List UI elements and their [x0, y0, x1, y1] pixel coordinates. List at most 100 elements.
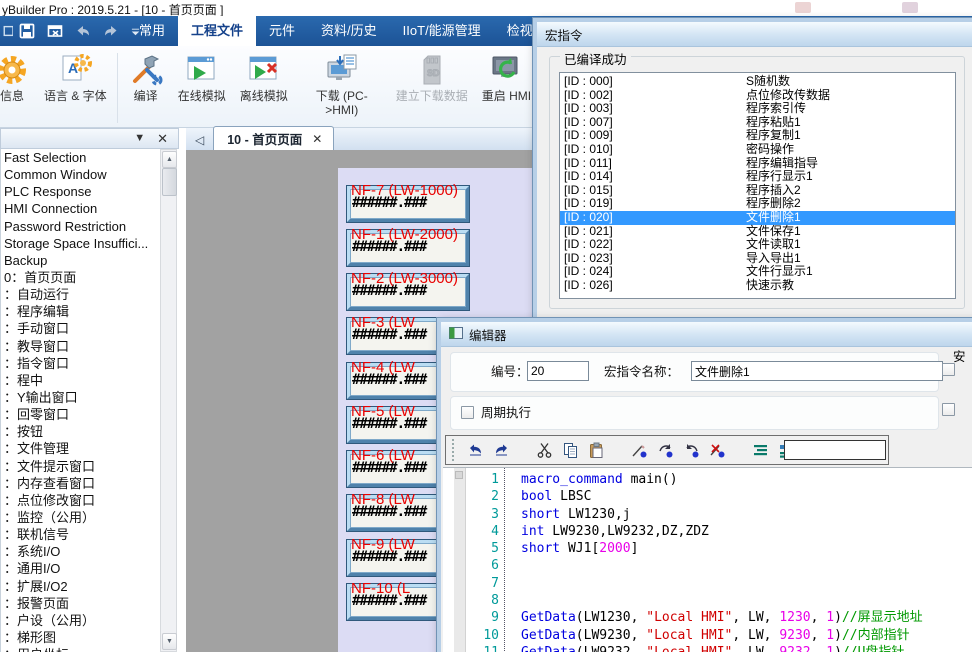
panel-menu-chevron-icon[interactable]: ▼: [134, 133, 145, 144]
panel-close-icon[interactable]: ✕: [157, 133, 168, 144]
macro-name: 快速示教: [746, 279, 794, 293]
window-tree-item-2[interactable]: Common Window: [1, 166, 161, 183]
window-tree-item-26[interactable]: ：扩展I/O2: [1, 578, 161, 595]
indent-icon[interactable]: [752, 442, 769, 459]
macro-id-input[interactable]: [527, 361, 589, 381]
macro-list-item-16[interactable]: [ID : 026]快速示教: [560, 279, 955, 293]
window-tree-item-13[interactable]: ：指令窗口: [1, 355, 161, 372]
window-tree-item-4[interactable]: HMI Connection: [1, 200, 161, 217]
security-checkbox-2[interactable]: [942, 403, 955, 416]
macro-dialog-titlebar[interactable]: 宏指令: [537, 22, 972, 47]
scroll-thumb[interactable]: [162, 168, 177, 196]
editor-dialog-titlebar[interactable]: 编辑器: [441, 322, 972, 347]
window-tree-item-24[interactable]: ：系统I/O: [1, 543, 161, 560]
window-tree-item-11[interactable]: ：手动窗口: [1, 320, 161, 337]
element-address-label: NF-10 (L: [351, 580, 410, 597]
macro-id: [ID : 010]: [564, 143, 746, 157]
window-tree-item-8[interactable]: 0：首页页面: [1, 269, 161, 286]
code-editor[interactable]: 1macro_command main()2bool LBSC3short LW…: [443, 467, 972, 652]
window-tree-item-25[interactable]: ：通用I/O: [1, 560, 161, 577]
app-menu-icon[interactable]: [0, 23, 7, 39]
macro-list[interactable]: [ID : 000]S随机数[ID : 002]点位修改传数据[ID : 003…: [559, 72, 956, 299]
window-tree-item-17[interactable]: ：按钮: [1, 423, 161, 440]
macro-list-item-3[interactable]: [ID : 003]程序索引传: [560, 102, 955, 116]
sidebar-scrollbar[interactable]: ▲ ▼: [160, 149, 177, 652]
window-tree-item-6[interactable]: Storage Space Insuffici...: [1, 235, 161, 252]
ribbon-button-1[interactable]: 信息: [0, 51, 37, 104]
window-tree-item-21[interactable]: ：点位修改窗口: [1, 492, 161, 509]
security-section-label: 安: [953, 346, 966, 365]
ribbon-tab-2[interactable]: 工程文件: [178, 16, 256, 46]
window-tree-item-14[interactable]: ：程中: [1, 372, 161, 389]
window-tree-item-18[interactable]: ：文件管理: [1, 440, 161, 457]
paste-icon[interactable]: [588, 442, 605, 459]
window-tree-item-22[interactable]: ：监控（公用）: [1, 509, 161, 526]
scroll-down-icon[interactable]: ▼: [162, 633, 177, 650]
window-tree-item-1[interactable]: Fast Selection: [1, 149, 161, 166]
scroll-up-icon[interactable]: ▲: [162, 151, 177, 168]
security-checkbox-1[interactable]: [942, 363, 955, 376]
macro-list-item-15[interactable]: [ID : 024]文件行显示1: [560, 265, 955, 279]
redo-icon[interactable]: [493, 442, 510, 459]
window-tree-item-10[interactable]: ：程序编辑: [1, 303, 161, 320]
periodic-checkbox[interactable]: [461, 406, 474, 419]
macro-list-item-5[interactable]: [ID : 009]程序复制1: [560, 129, 955, 143]
bookmark-toggle-icon[interactable]: [631, 442, 648, 459]
window-tree-item-19[interactable]: ：文件提示窗口: [1, 458, 161, 475]
ribbon-tab-3[interactable]: 元件: [256, 16, 308, 46]
bookmark-next-icon[interactable]: [657, 442, 674, 459]
toolbar-search-input[interactable]: [784, 440, 886, 460]
window-tree-item-27[interactable]: ：报警页面: [1, 595, 161, 612]
macro-list-item-10[interactable]: [ID : 019]程序删除2: [560, 197, 955, 211]
ribbon-tab-4[interactable]: 资料/历史: [308, 16, 390, 46]
code-line-7: 7: [443, 575, 972, 592]
ribbon-button-6[interactable]: 下载 (PC->HMI): [295, 51, 389, 118]
code-line-9: 9GetData(LW1230, "Local HMI", LW, 1230, …: [443, 609, 972, 626]
ribbon-button-2[interactable]: A语言 & 字体: [37, 51, 114, 104]
window-tree-item-12[interactable]: ：教导窗口: [1, 338, 161, 355]
macro-list-item-6[interactable]: [ID : 010]密码操作: [560, 143, 955, 157]
element-address-label: NF-4 (LW: [351, 359, 415, 376]
cut-icon[interactable]: [536, 442, 553, 459]
undo-icon[interactable]: [75, 23, 91, 39]
numeric-display-element-3[interactable]: ######.###NF-2 (LW-3000): [347, 274, 469, 310]
tab-nav-left-icon[interactable]: ◁: [195, 133, 204, 147]
window-tree-item-30[interactable]: ：用户坐标: [1, 646, 161, 652]
window-tree-item-9[interactable]: ：自动运行: [1, 286, 161, 303]
window-tree-panel: ▼ ✕ Fast SelectionCommon WindowPLC Respo…: [0, 128, 186, 652]
window-tree-item-3[interactable]: PLC Response: [1, 183, 161, 200]
window-tree-item-23[interactable]: ：联机信号: [1, 526, 161, 543]
macro-name-input[interactable]: [691, 361, 943, 381]
ribbon-button-8[interactable]: 重启 HMI: [475, 51, 538, 104]
bookmark-clear-icon[interactable]: [709, 442, 726, 459]
window-tree-item-20[interactable]: ：内存查看窗口: [1, 475, 161, 492]
tab-close-icon[interactable]: ✕: [312, 132, 322, 146]
undo-icon[interactable]: [467, 442, 484, 459]
window-tree-item-7[interactable]: Backup: [1, 252, 161, 269]
macro-list-item-13[interactable]: [ID : 022]文件读取1: [560, 238, 955, 252]
ribbon-button-3[interactable]: 编译: [121, 51, 171, 104]
numeric-display-element-1[interactable]: ######.###NF-7 (LW-1000): [347, 186, 469, 222]
ribbon-tab-1[interactable]: 常用: [126, 16, 178, 46]
macro-list-item-8[interactable]: [ID : 014]程序行显示1: [560, 170, 955, 184]
ribbon-tab-5[interactable]: IIoT/能源管理: [390, 16, 494, 46]
offline-window-icon[interactable]: [47, 23, 63, 39]
macro-list-item-11[interactable]: [ID : 020]文件删除1: [560, 211, 955, 225]
copy-icon[interactable]: [562, 442, 579, 459]
window-tree-item-15[interactable]: ：Y输出窗口: [1, 389, 161, 406]
toolbar-grip[interactable]: [452, 439, 458, 461]
line-number: 7: [443, 575, 499, 592]
window-tree-item-5[interactable]: Password Restriction: [1, 218, 161, 235]
bookmark-prev-icon[interactable]: [683, 442, 700, 459]
ribbon-button-4[interactable]: 在线模拟: [171, 51, 233, 104]
window-tree-item-16[interactable]: ：回零窗口: [1, 406, 161, 423]
canvas-tab-active[interactable]: 10 - 首页页面 ✕: [213, 126, 334, 150]
redo-icon[interactable]: [103, 23, 119, 39]
numeric-display-element-2[interactable]: ######.###NF-1 (LW-2000): [347, 230, 469, 266]
macro-list-item-1[interactable]: [ID : 000]S随机数: [560, 75, 955, 89]
ribbon-button-5[interactable]: 离线模拟: [233, 51, 295, 104]
window-tree-item-28[interactable]: ：户设（公用）: [1, 612, 161, 629]
code-line-5: 5short WJ1[2000]: [443, 540, 972, 557]
save-icon[interactable]: [19, 23, 35, 39]
window-tree-item-29[interactable]: ：梯形图: [1, 629, 161, 646]
